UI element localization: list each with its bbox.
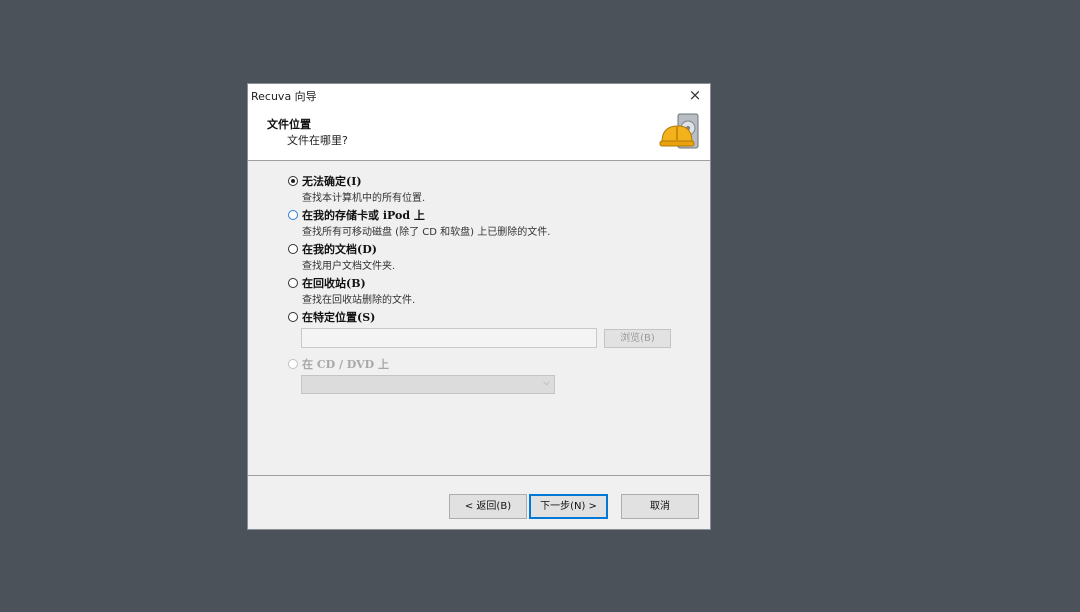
chevron-down-icon: ⌵ xyxy=(543,378,550,388)
recuva-wizard-dialog: Recuva 向导 × 文件位置 文件在哪里? 无法确定(I) 查找本计算机中的… xyxy=(247,83,711,530)
option-description: 查找在回收站删除的文件. xyxy=(302,295,416,306)
option-label: 无法确定(I) xyxy=(302,175,362,188)
radio-unsure[interactable] xyxy=(288,176,298,186)
option-label: 在我的文档(D) xyxy=(302,243,377,256)
window-title: Recuva 向导 xyxy=(251,90,317,103)
option-specific-location[interactable]: 在特定位置(S) xyxy=(288,310,375,324)
wizard-body: 无法确定(I) 查找本计算机中的所有位置. 在我的存储卡或 iPod 上 查找所… xyxy=(248,161,710,477)
radio-specific-location[interactable] xyxy=(288,312,298,322)
wizard-footer: < 返回(B) 下一步(N) > 取消 xyxy=(248,475,710,529)
page-title: 文件位置 xyxy=(267,118,311,131)
close-button[interactable]: × xyxy=(686,86,704,104)
option-description: 查找所有可移动磁盘 (除了 CD 和软盘) 上已删除的文件. xyxy=(302,227,551,238)
cancel-button[interactable]: 取消 xyxy=(621,494,699,519)
browse-button[interactable]: 浏览(B) xyxy=(604,329,671,348)
radio-cd-dvd[interactable] xyxy=(288,359,298,369)
option-label: 在 CD / DVD 上 xyxy=(302,358,390,371)
title-bar: Recuva 向导 × xyxy=(248,84,710,106)
specific-location-path-input[interactable] xyxy=(301,328,597,348)
back-button[interactable]: < 返回(B) xyxy=(449,494,527,519)
next-button[interactable]: 下一步(N) > xyxy=(529,494,608,519)
page-subtitle: 文件在哪里? xyxy=(287,134,348,147)
option-description: 查找本计算机中的所有位置. xyxy=(302,193,426,204)
option-description: 查找用户文档文件夹. xyxy=(302,261,396,272)
radio-my-documents[interactable] xyxy=(288,244,298,254)
option-cd-dvd[interactable]: 在 CD / DVD 上 xyxy=(288,357,389,371)
option-unsure[interactable]: 无法确定(I) 查找本计算机中的所有位置. xyxy=(288,174,425,204)
radio-recycle-bin[interactable] xyxy=(288,278,298,288)
cd-drive-select[interactable]: ⌵ xyxy=(301,375,555,394)
option-my-documents[interactable]: 在我的文档(D) 查找用户文档文件夹. xyxy=(288,242,395,272)
radio-memory-card-ipod[interactable] xyxy=(288,210,298,220)
hard-drive-with-helmet-icon xyxy=(659,113,699,149)
option-recycle-bin[interactable]: 在回收站(B) 查找在回收站删除的文件. xyxy=(288,276,415,306)
option-label: 在回收站(B) xyxy=(302,277,366,290)
wizard-header: 文件位置 文件在哪里? xyxy=(248,106,710,161)
option-label: 在特定位置(S) xyxy=(302,311,376,324)
option-label: 在我的存储卡或 iPod 上 xyxy=(302,209,425,222)
option-memory-card-ipod[interactable]: 在我的存储卡或 iPod 上 查找所有可移动磁盘 (除了 CD 和软盘) 上已删… xyxy=(288,208,550,238)
